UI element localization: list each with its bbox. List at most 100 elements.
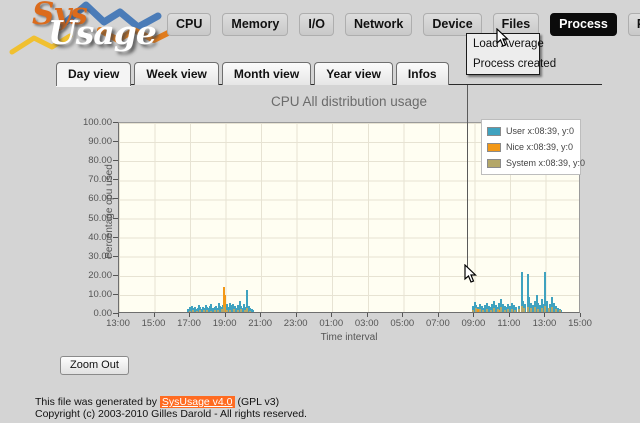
view-tab[interactable]: Year view — [314, 62, 393, 85]
dropdown-menu-item[interactable]: Process created — [467, 54, 556, 74]
mouse-cursor-icon — [464, 264, 477, 283]
y-tick-mark — [113, 217, 118, 219]
chart-bar-system — [240, 308, 243, 312]
legend-swatch-icon — [487, 158, 501, 168]
view-tab-label: Infos — [407, 67, 437, 81]
chart-bar-system — [236, 310, 239, 312]
menu-button[interactable]: I/O — [299, 13, 335, 36]
chart-bar-system — [199, 309, 202, 312]
menu-button-label: Network — [354, 17, 404, 31]
x-tick-label: 13:00 — [532, 318, 557, 329]
chart-bar-system — [482, 310, 485, 312]
chart-bar-system — [489, 309, 492, 312]
x-tick-mark — [402, 313, 404, 317]
y-tick-mark — [113, 198, 118, 200]
x-tick-mark — [580, 313, 581, 317]
x-tick-label: 15:00 — [141, 318, 166, 329]
footer-text: (GPL v3) — [234, 396, 280, 408]
menu-button[interactable]: Plugins — [627, 13, 640, 36]
chart-bar-system — [202, 310, 205, 312]
y-tick-label: 70.00 — [88, 174, 112, 186]
menu-button[interactable]: Memory — [222, 13, 289, 36]
sysusage-logo: Sys Usage — [8, 0, 178, 58]
x-tick-mark — [437, 313, 439, 317]
chart-bar-system — [195, 310, 198, 312]
legend-swatch-icon — [487, 126, 501, 136]
y-tick-mark — [113, 236, 118, 238]
view-tab-label: Year view — [326, 67, 381, 81]
view-tab[interactable]: Week view — [134, 62, 219, 85]
chart-bar-system — [478, 309, 481, 312]
x-tick-mark — [189, 313, 191, 317]
chart-bar-user — [560, 310, 563, 312]
y-tick-label: 40.00 — [88, 231, 112, 243]
view-tab[interactable]: Infos — [395, 62, 449, 85]
x-tick-label: 03:00 — [354, 318, 379, 329]
y-tick-mark — [113, 274, 118, 276]
x-tick-mark — [508, 313, 510, 317]
chart-bar-system — [229, 310, 232, 312]
chart-bar-system — [514, 310, 517, 312]
view-tab[interactable]: Month view — [221, 62, 312, 85]
y-tick-label: 10.00 — [88, 288, 112, 300]
view-tab[interactable]: Day view — [56, 62, 132, 86]
footer-copyright-line: Copyright (c) 2003-2010 Gilles Darold - … — [35, 408, 307, 420]
y-tick-mark — [113, 293, 118, 295]
chart-bar-system — [540, 307, 543, 312]
legend-entry-label: System x:08:39, y:0 — [506, 158, 586, 168]
chart-bar-system — [217, 310, 220, 312]
y-tick-mark — [113, 122, 118, 123]
chart-bar-system — [210, 310, 212, 312]
chart-bar-system — [551, 307, 554, 312]
chart-bar-system — [507, 308, 510, 312]
y-tick-label: 30.00 — [88, 250, 112, 262]
sysusage-page: Sys Usage CPU Memory I/O Network Device … — [0, 0, 640, 423]
chart-bar-system — [192, 310, 195, 312]
menu-button[interactable]: Process — [550, 13, 617, 36]
logo-text-usage: Usage — [48, 13, 157, 52]
chart-bar-system — [475, 308, 478, 312]
x-tick-label: 11:00 — [497, 318, 521, 329]
x-tick-mark — [260, 313, 262, 317]
legend-swatch-icon — [487, 142, 501, 152]
menu-button[interactable]: CPU — [167, 13, 212, 36]
x-tick-mark — [224, 313, 226, 317]
chart-bar-system — [547, 308, 550, 312]
chart-bar-system — [496, 309, 499, 312]
sysusage-version-link[interactable]: SysUsage v4.0 — [159, 396, 235, 408]
menu-button-label: CPU — [176, 17, 203, 31]
x-tick-label: 19:00 — [212, 318, 237, 329]
menu-button-label: I/O — [308, 17, 326, 31]
menu-button-label: Memory — [231, 17, 280, 31]
x-tick-label: 05:00 — [390, 318, 415, 329]
footer-text: This file was generated by — [35, 396, 160, 408]
x-tick-label: 23:00 — [283, 318, 308, 329]
x-tick-mark — [153, 313, 155, 317]
zoom-out-button[interactable]: Zoom Out — [60, 356, 129, 375]
legend-entry-label: User x:08:39, y:0 — [506, 126, 575, 136]
y-tick-label: 90.00 — [88, 136, 112, 148]
y-tick-mark — [113, 255, 118, 257]
chart-bar-system — [523, 308, 526, 312]
y-tick-label: 60.00 — [88, 193, 112, 205]
chart-bar-user — [252, 309, 255, 312]
x-tick-mark — [544, 313, 546, 317]
legend-entry-label: Nice x:08:39, y:0 — [506, 142, 574, 152]
main-menu: CPU Memory I/O Network Device Files Proc… — [167, 13, 640, 36]
chart-bar-system — [500, 307, 503, 312]
x-tick-mark — [473, 313, 475, 317]
y-tick-label: 100.00 — [82, 117, 112, 128]
menu-button[interactable]: Network — [345, 13, 413, 36]
footer: This file was generated by SysUsage v4.0… — [35, 396, 307, 420]
chart-legend: User x:08:39, y:0 Nice x:08:39, y:0 Syst… — [481, 119, 585, 175]
chart-bar-system — [503, 309, 506, 312]
chart-bar-system — [555, 309, 557, 312]
chart-bar-system — [533, 307, 536, 312]
chart-bar-system — [544, 306, 547, 312]
legend-entry: Nice x:08:39, y:0 — [487, 142, 576, 152]
chart-bar-system — [188, 310, 191, 312]
x-tick-label: 07:00 — [425, 318, 450, 329]
menu-button-label: Process — [559, 17, 608, 31]
chart-bar-system — [493, 307, 496, 312]
chart-bar-system — [530, 308, 533, 312]
